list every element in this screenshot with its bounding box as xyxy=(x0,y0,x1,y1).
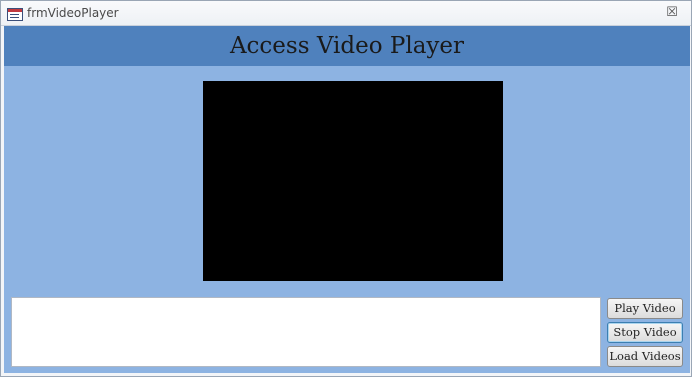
page-title: Access Video Player xyxy=(229,33,465,59)
form-detail: Play Video Stop Video Load Videos xyxy=(4,66,690,373)
stop-video-button[interactable]: Stop Video xyxy=(607,322,683,343)
play-video-button[interactable]: Play Video xyxy=(607,298,683,319)
title-bar: frmVideoPlayer ☒ xyxy=(1,1,691,26)
window-title: frmVideoPlayer xyxy=(27,6,119,20)
load-videos-button[interactable]: Load Videos xyxy=(607,346,683,367)
video-display[interactable] xyxy=(203,81,503,281)
form-header: Access Video Player xyxy=(4,26,690,66)
close-icon[interactable]: ☒ xyxy=(665,5,679,21)
video-player-window: frmVideoPlayer ☒ Access Video Player Pla… xyxy=(0,0,692,377)
form-icon xyxy=(7,8,23,21)
video-list-textbox[interactable] xyxy=(11,297,601,367)
